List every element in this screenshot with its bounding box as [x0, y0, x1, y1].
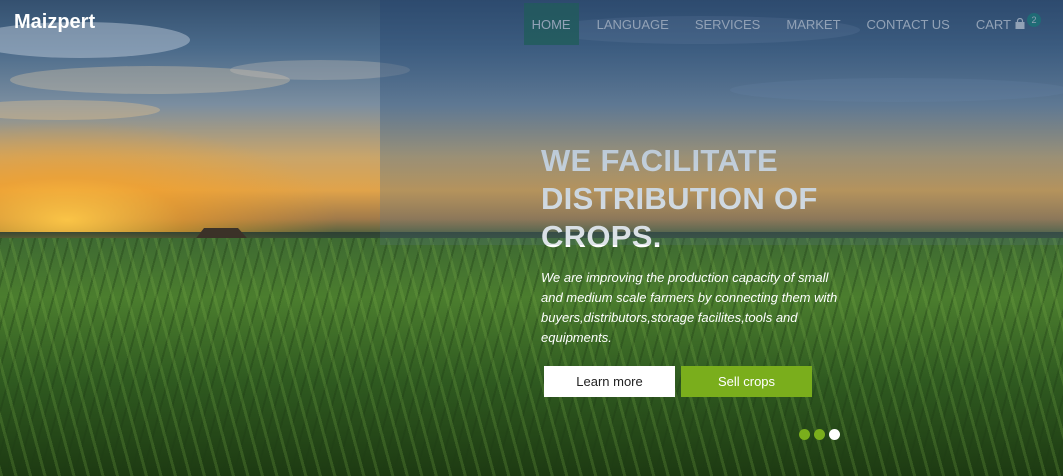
- nav-cart[interactable]: CART 2: [963, 3, 1041, 45]
- sell-crops-button[interactable]: Sell crops: [681, 366, 812, 397]
- hero-banner: Maizpert HOME LANGUAGE SERVICES MARKET C…: [0, 0, 1063, 476]
- shopping-bag-icon: [1014, 18, 1026, 30]
- brand-logo[interactable]: Maizpert: [14, 11, 95, 34]
- hero-headline: WE FACILITATE DISTRIBUTION OF CROPS.: [541, 143, 818, 254]
- carousel-dot-2[interactable]: [814, 429, 825, 440]
- carousel-indicators: [799, 429, 840, 440]
- nav-contact-us[interactable]: CONTACT US: [854, 3, 963, 45]
- carousel-dot-1[interactable]: [799, 429, 810, 440]
- nav-language[interactable]: LANGUAGE: [584, 3, 682, 45]
- nav-services[interactable]: SERVICES: [682, 3, 774, 45]
- cart-count-badge: 2: [1027, 13, 1041, 27]
- learn-more-button[interactable]: Learn more: [544, 366, 675, 397]
- carousel-dot-3[interactable]: [829, 429, 840, 440]
- cart-label: CART: [975, 16, 1011, 32]
- nav-market[interactable]: MARKET: [773, 3, 853, 45]
- nav-home[interactable]: HOME: [523, 3, 579, 45]
- hero-subtext: We are improving the production capacity…: [541, 270, 838, 345]
- corn-field: [0, 238, 1063, 476]
- sky-clouds: [0, 16, 1063, 120]
- main-nav: HOME LANGUAGE SERVICES MARKET CONTACT US…: [523, 3, 1041, 45]
